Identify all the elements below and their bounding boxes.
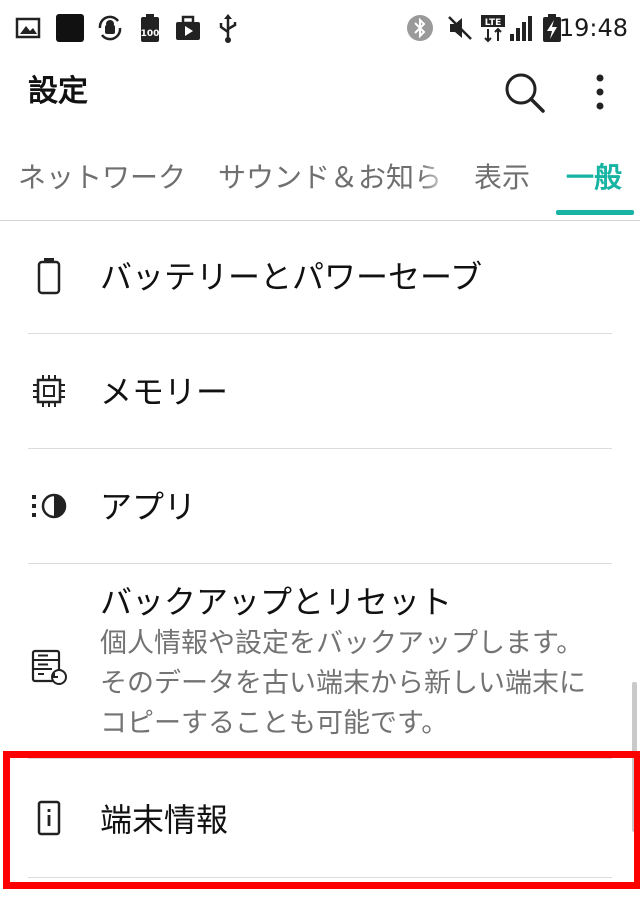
lte-label: LTE (485, 18, 502, 28)
summary-line: 個人情報や設定をバックアップします。 (100, 628, 584, 659)
tab-network[interactable]: ネットワーク (18, 158, 186, 198)
scrollbar[interactable] (632, 682, 637, 832)
settings-list: バッテリーとパワーセーブ メモリー アプリ バックアップとリセット 個人情報や設… (0, 221, 640, 912)
list-item-title: メモリー (100, 373, 229, 411)
status-bar: 100 LTE 19:48 (0, 0, 640, 56)
tab-display[interactable]: 表示 (474, 158, 530, 198)
apps-icon (30, 487, 68, 525)
summary-line: そのデータを古い端末から新しい端末に (100, 668, 586, 699)
signal-icon (508, 12, 536, 44)
list-item-apps[interactable]: アプリ (0, 449, 640, 563)
tab-fade (420, 154, 460, 204)
briefcase-play-icon (174, 12, 202, 44)
info-icon (30, 799, 68, 837)
backup-restore-icon (30, 648, 68, 686)
lte-icon: LTE (480, 12, 508, 44)
black-square-icon (56, 12, 84, 44)
image-icon (14, 12, 42, 44)
search-icon (498, 66, 550, 118)
app-bar: 設定 (0, 56, 640, 132)
list-item-title: バックアップとリセット (100, 583, 453, 621)
status-time: 19:48 (558, 14, 628, 42)
bluetooth-icon (406, 12, 434, 44)
list-item-backup-reset[interactable]: バックアップとリセット 個人情報や設定をバックアップします。 そのデータを古い端… (0, 564, 640, 754)
memory-chip-icon (30, 372, 68, 410)
page-title: 設定 (28, 74, 88, 109)
list-item-summary: 個人情報や設定をバックアップします。 そのデータを古い端末から新しい端末に コピ… (100, 624, 620, 744)
search-button[interactable] (498, 66, 550, 118)
list-item-memory[interactable]: メモリー (0, 334, 640, 448)
summary-line: コピーすることも可能です。 (100, 708, 449, 739)
battery-icon (30, 257, 68, 295)
android-sync-icon (96, 12, 124, 44)
divider (28, 877, 612, 878)
more-vert-icon (574, 66, 626, 118)
mute-icon (446, 12, 474, 44)
list-item-title: バッテリーとパワーセーブ (100, 258, 483, 296)
list-item-battery[interactable]: バッテリーとパワーセーブ (0, 221, 640, 333)
list-item-title: アプリ (100, 488, 197, 526)
active-tab-indicator (556, 210, 634, 215)
more-options-button[interactable] (574, 66, 626, 118)
battery-100-icon: 100 (136, 12, 164, 44)
battery-level-label: 100 (141, 29, 160, 39)
tab-sound-notifications[interactable]: サウンド＆お知ら (218, 158, 442, 198)
settings-tabs: ネットワーク サウンド＆お知ら 表示 一般 (0, 140, 640, 221)
list-item-title: 端末情報 (100, 801, 229, 839)
list-item-about-device[interactable]: 端末情報 (0, 759, 640, 877)
usb-icon (214, 12, 242, 44)
tab-general[interactable]: 一般 (566, 158, 622, 198)
